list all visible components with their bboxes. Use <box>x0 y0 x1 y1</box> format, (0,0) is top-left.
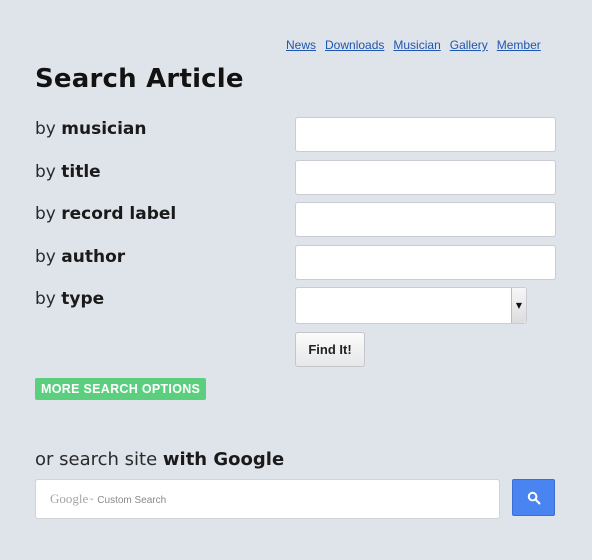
label-prefix: by <box>35 119 56 139</box>
nav-link-gallery[interactable]: Gallery <box>450 38 488 52</box>
label-field: title <box>61 162 101 182</box>
nav-link-musician[interactable]: Musician <box>393 38 440 52</box>
record-label-label: by record label <box>35 204 176 224</box>
musician-label: by musician <box>35 119 147 139</box>
find-it-button[interactable]: Find It! <box>295 332 365 367</box>
google-custom-search-watermark: Google ™ Custom Search <box>50 491 166 507</box>
search-row-type: by type ▼ <box>35 287 556 324</box>
nav-link-downloads[interactable]: Downloads <box>325 38 384 52</box>
label-prefix: by <box>35 289 56 309</box>
musician-input[interactable] <box>295 117 556 152</box>
title-label: by title <box>35 162 101 182</box>
label-field: author <box>61 247 126 267</box>
page-title: Search Article <box>35 64 244 94</box>
label-field: musician <box>61 119 147 139</box>
label-field: record label <box>61 204 177 224</box>
custom-search-text: Custom Search <box>97 495 167 506</box>
google-logo: Google <box>50 491 89 506</box>
label-field: type <box>61 289 105 309</box>
more-search-options-button[interactable]: MORE SEARCH OPTIONS <box>35 378 207 400</box>
type-select[interactable]: ▼ <box>295 287 527 324</box>
search-icon <box>527 491 540 504</box>
google-search-button[interactable] <box>512 479 555 516</box>
google-search-heading: or search site with Google <box>35 449 284 470</box>
nav-link-member[interactable]: Member <box>497 38 541 52</box>
google-search-input[interactable]: Google ™ Custom Search <box>35 479 500 519</box>
type-label: by type <box>35 289 104 309</box>
nav-link-news[interactable]: News <box>286 38 316 52</box>
author-input[interactable] <box>295 245 556 280</box>
label-prefix: by <box>35 204 56 224</box>
label-prefix: by <box>35 247 56 267</box>
google-heading-prefix: or search site <box>35 449 158 470</box>
label-prefix: by <box>35 162 56 182</box>
google-heading-strong: with Google <box>162 449 285 470</box>
title-input[interactable] <box>295 160 556 195</box>
search-row-title: by title <box>35 160 556 196</box>
dropdown-arrow-icon[interactable]: ▼ <box>511 288 526 323</box>
search-row-musician: by musician <box>35 117 556 153</box>
search-row-author: by author <box>35 245 556 281</box>
top-navigation: News Downloads Musician Gallery Member <box>286 38 541 52</box>
google-trademark: ™ <box>88 498 95 505</box>
author-label: by author <box>35 247 125 267</box>
search-row-record-label: by record label <box>35 202 556 238</box>
record-label-input[interactable] <box>295 202 556 237</box>
